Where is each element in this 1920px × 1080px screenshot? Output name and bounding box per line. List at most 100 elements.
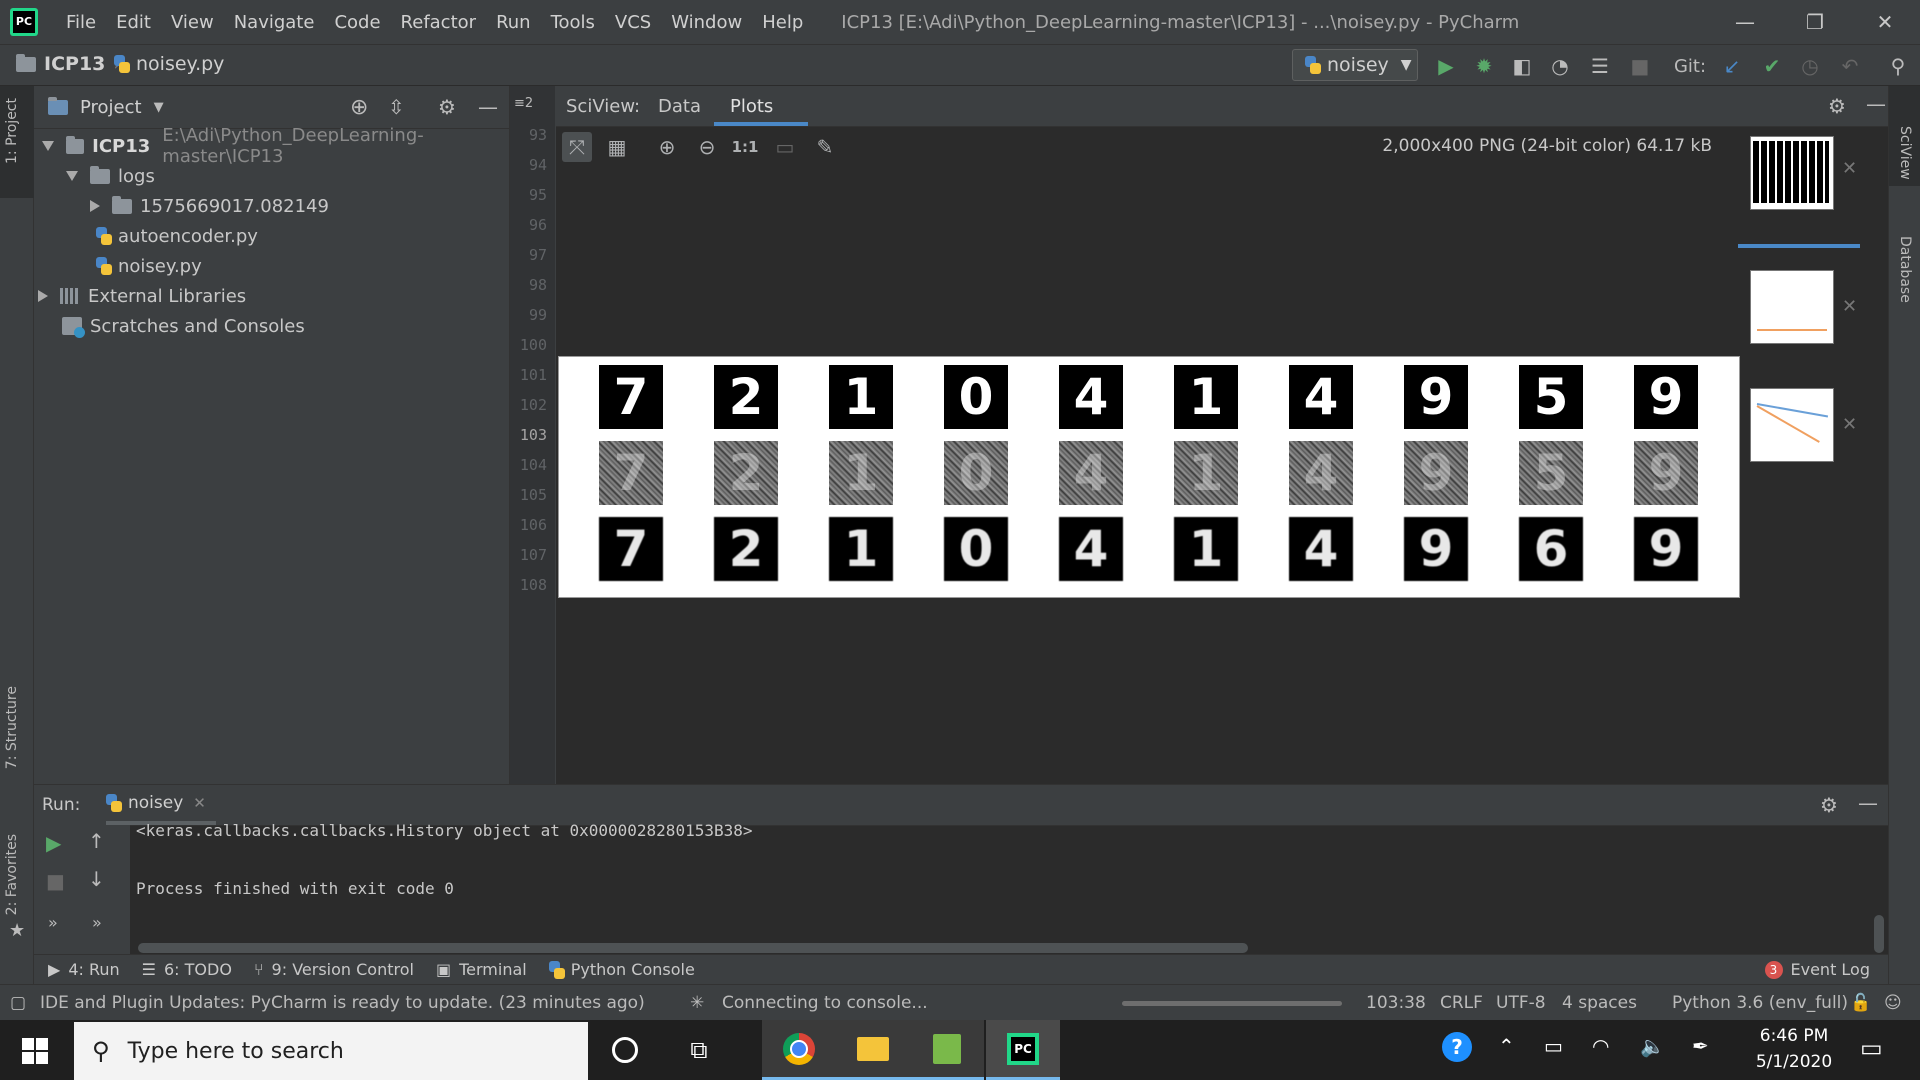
collapsed-arrow-icon[interactable] bbox=[90, 200, 100, 212]
more-actions-icon[interactable]: » bbox=[48, 913, 58, 932]
layout-icon[interactable]: ▢ bbox=[10, 993, 26, 1013]
favorites-tool-tab[interactable]: 2: Favorites bbox=[4, 834, 20, 915]
menu-refactor[interactable]: Refactor bbox=[391, 12, 487, 33]
close-tab-icon[interactable]: ✕ bbox=[193, 794, 206, 812]
locate-icon[interactable]: ⊕ bbox=[350, 95, 368, 120]
concurrency-icon[interactable]: ☰ bbox=[1588, 54, 1612, 78]
menu-view[interactable]: View bbox=[161, 12, 224, 33]
wifi-icon[interactable]: ◠ bbox=[1592, 1034, 1609, 1058]
close-thumbnail-icon[interactable]: ✕ bbox=[1842, 296, 1857, 317]
todo-tool-button[interactable]: ☰ 6: TODO bbox=[142, 960, 232, 979]
run-tab-noisey[interactable]: noisey ✕ bbox=[106, 793, 206, 813]
database-tool-tab[interactable]: Database bbox=[1897, 236, 1913, 303]
project-tool-tab[interactable]: 1: Project bbox=[4, 98, 20, 164]
hide-icon[interactable]: — bbox=[478, 95, 498, 119]
run-icon[interactable]: ▶ bbox=[1434, 54, 1458, 78]
plot-thumbnail-active[interactable]: ✕ bbox=[1738, 126, 1860, 210]
plot-thumbnail-3[interactable]: ✕ bbox=[1738, 388, 1860, 464]
zoom-in-icon[interactable]: ⊕ bbox=[652, 132, 682, 162]
file-encoding[interactable]: UTF-8 bbox=[1496, 993, 1546, 1013]
python-interpreter[interactable]: Python 3.6 (env_full) bbox=[1672, 993, 1848, 1013]
clock-date[interactable]: 5/1/2020 bbox=[1744, 1052, 1844, 1072]
zoom-out-icon[interactable]: ⊖ bbox=[692, 132, 722, 162]
menu-tools[interactable]: Tools bbox=[541, 12, 605, 33]
clock-time[interactable]: 6:46 PM bbox=[1754, 1026, 1834, 1046]
actual-size-icon[interactable]: 1:1 bbox=[730, 132, 760, 162]
tab-plots[interactable]: Plots bbox=[730, 96, 773, 117]
tree-item-external-libraries[interactable]: External Libraries bbox=[38, 281, 246, 311]
tab-data[interactable]: Data bbox=[658, 96, 701, 117]
close-thumbnail-icon[interactable]: ✕ bbox=[1842, 414, 1857, 435]
grid-icon[interactable]: ▦ bbox=[602, 132, 632, 162]
tree-item-noisey[interactable]: noisey.py bbox=[96, 251, 202, 281]
pen-icon[interactable]: ✒ bbox=[1692, 1034, 1709, 1058]
background-icon[interactable]: ▭ bbox=[770, 132, 800, 162]
stop-icon[interactable]: ■ bbox=[46, 869, 65, 893]
tree-root[interactable]: ICP13 E:\Adi\Python_DeepLearning-master\… bbox=[42, 125, 509, 167]
git-update-icon[interactable]: ↙ bbox=[1720, 54, 1744, 78]
restore-button[interactable]: ❐ bbox=[1780, 0, 1850, 44]
run-config-select[interactable]: noisey ▼ bbox=[1292, 49, 1418, 81]
minimize-button[interactable]: — bbox=[1710, 0, 1780, 44]
git-history-icon[interactable]: ◷ bbox=[1798, 54, 1822, 78]
gear-icon[interactable]: ⚙ bbox=[1828, 94, 1846, 118]
fit-to-window-icon[interactable]: ⤧ bbox=[562, 132, 592, 162]
hide-icon[interactable]: — bbox=[1866, 92, 1886, 116]
close-thumbnail-icon[interactable]: ✕ bbox=[1842, 158, 1857, 179]
stop-icon[interactable]: ■ bbox=[1628, 54, 1652, 78]
line-separator[interactable]: CRLF bbox=[1440, 993, 1483, 1013]
chevron-up-icon[interactable]: ⌃ bbox=[1498, 1034, 1515, 1058]
debug-icon[interactable]: ✹ bbox=[1472, 54, 1496, 78]
lock-icon[interactable]: 🔓 bbox=[1850, 993, 1871, 1013]
python-console-tool-button[interactable]: Python Console bbox=[548, 960, 695, 979]
color-picker-icon[interactable]: ✎ bbox=[810, 132, 840, 162]
caret-position[interactable]: 103:38 bbox=[1366, 993, 1426, 1013]
rerun-icon[interactable]: ▶ bbox=[46, 831, 61, 855]
vertical-scrollbar[interactable] bbox=[1874, 915, 1884, 953]
tree-item-autoencoder[interactable]: autoencoder.py bbox=[96, 221, 258, 251]
notifications-icon[interactable]: ▭ bbox=[1860, 1034, 1883, 1062]
terminal-tool-button[interactable]: ▣ Terminal bbox=[436, 960, 527, 979]
expand-arrow-icon[interactable] bbox=[42, 141, 54, 151]
menu-navigate[interactable]: Navigate bbox=[224, 12, 325, 33]
cortana-icon[interactable] bbox=[588, 1020, 662, 1080]
indent-setting[interactable]: 4 spaces bbox=[1562, 993, 1637, 1013]
chevron-down-icon[interactable]: ▼ bbox=[154, 100, 164, 115]
gear-icon[interactable]: ⚙ bbox=[438, 95, 456, 119]
scroll-up-icon[interactable]: ↑ bbox=[88, 829, 105, 853]
breadcrumb-file[interactable]: noisey.py bbox=[114, 53, 224, 75]
horizontal-scrollbar[interactable] bbox=[138, 943, 1248, 953]
plot-image[interactable]: 721041495972104149597210414969 bbox=[558, 356, 1740, 598]
editor-tab-list-icon[interactable]: ≡2 bbox=[514, 96, 533, 111]
menu-help[interactable]: Help bbox=[752, 12, 813, 33]
menu-window[interactable]: Window bbox=[661, 12, 752, 33]
battery-icon[interactable]: ▭ bbox=[1544, 1034, 1563, 1058]
hide-icon[interactable]: — bbox=[1858, 791, 1878, 815]
task-view-icon[interactable]: ⧉ bbox=[662, 1020, 736, 1080]
more-actions-icon[interactable]: » bbox=[92, 913, 102, 932]
plot-thumbnail-2[interactable]: ✕ bbox=[1738, 270, 1860, 346]
menu-run[interactable]: Run bbox=[486, 12, 541, 33]
run-tool-button[interactable]: ▶ 4: Run bbox=[48, 960, 120, 979]
gear-icon[interactable]: ⚙ bbox=[1820, 793, 1838, 817]
help-icon[interactable]: ? bbox=[1442, 1032, 1472, 1062]
version-control-tool-button[interactable]: ⑂ 9: Version Control bbox=[254, 960, 414, 979]
git-revert-icon[interactable]: ↶ bbox=[1838, 54, 1862, 78]
coverage-icon[interactable]: ◧ bbox=[1510, 54, 1534, 78]
hector-icon[interactable]: ☺ bbox=[1884, 993, 1902, 1013]
event-log-button[interactable]: 3 Event Log bbox=[1764, 960, 1870, 979]
search-everywhere-icon[interactable]: ⚲ bbox=[1886, 54, 1910, 78]
tree-item-scratches[interactable]: Scratches and Consoles bbox=[62, 311, 305, 341]
notepad-app[interactable] bbox=[910, 1020, 984, 1080]
tree-item-log-run[interactable]: 1575669017.082149 bbox=[90, 191, 329, 221]
menu-edit[interactable]: Edit bbox=[106, 12, 161, 33]
menu-vcs[interactable]: VCS bbox=[605, 12, 661, 33]
project-view-title[interactable]: Project bbox=[80, 97, 142, 118]
collapse-all-icon[interactable]: ⇳ bbox=[388, 95, 405, 119]
collapsed-arrow-icon[interactable] bbox=[38, 290, 48, 302]
file-explorer-app[interactable] bbox=[836, 1020, 910, 1080]
pycharm-app[interactable]: PC bbox=[986, 1020, 1060, 1080]
profile-icon[interactable]: ◔ bbox=[1548, 54, 1572, 78]
scroll-down-icon[interactable]: ↓ bbox=[88, 867, 105, 891]
windows-start-icon[interactable] bbox=[22, 1038, 48, 1064]
